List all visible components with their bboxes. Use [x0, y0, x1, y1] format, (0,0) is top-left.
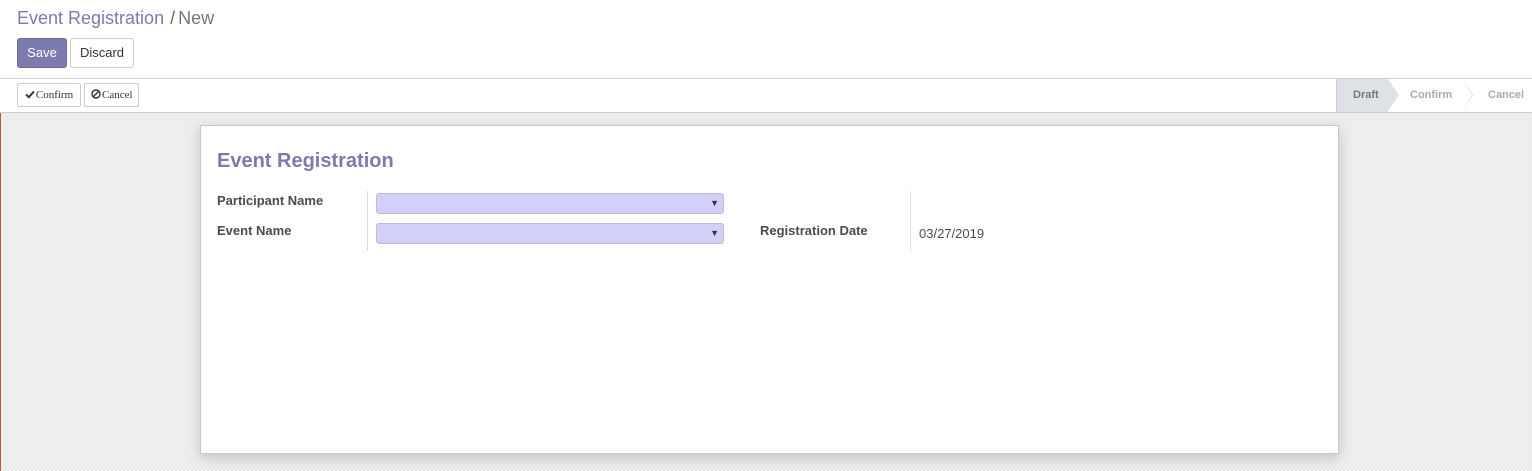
breadcrumb: Event Registration / New — [17, 8, 214, 29]
caret-down-icon: ▼ — [710, 198, 719, 208]
label-divider — [910, 191, 911, 251]
stage-confirm: Confirm — [1388, 79, 1473, 112]
breadcrumb-separator: / — [170, 8, 176, 28]
participant-name-select[interactable]: ▼ — [376, 193, 724, 214]
form-background: Event Registration Participant Name ▼ Ev… — [1, 113, 1532, 471]
check-icon — [25, 90, 35, 99]
cancel-button-label: Cancel — [102, 89, 133, 101]
caret-down-icon: ▼ — [710, 228, 719, 238]
statusbar: Confirm Cancel Draft Confirm Cancel — [0, 79, 1532, 113]
discard-button[interactable]: Discard — [70, 38, 134, 68]
ban-icon — [91, 89, 101, 99]
event-name-label: Event Name — [217, 223, 292, 238]
confirm-button[interactable]: Confirm — [17, 83, 81, 107]
confirm-button-label: Confirm — [35, 89, 74, 101]
label-divider — [367, 191, 368, 251]
event-name-select[interactable]: ▼ — [376, 223, 724, 244]
stage-draft: Draft — [1336, 79, 1399, 112]
registration-date-field[interactable]: 03/27/2019 — [919, 226, 984, 241]
registration-date-label: Registration Date — [760, 223, 868, 238]
cancel-button[interactable]: Cancel — [84, 83, 139, 107]
form-title: Event Registration — [217, 150, 394, 172]
status-stages: Draft Confirm Cancel — [1336, 79, 1532, 112]
breadcrumb-parent-link[interactable]: Event Registration — [17, 8, 164, 28]
save-button[interactable]: Save — [17, 38, 67, 68]
breadcrumb-current: New — [178, 8, 215, 28]
control-panel: Event Registration / New Save Discard — [0, 0, 1532, 79]
form-sheet: Event Registration Participant Name ▼ Ev… — [200, 125, 1339, 454]
participant-name-label: Participant Name — [217, 193, 324, 208]
